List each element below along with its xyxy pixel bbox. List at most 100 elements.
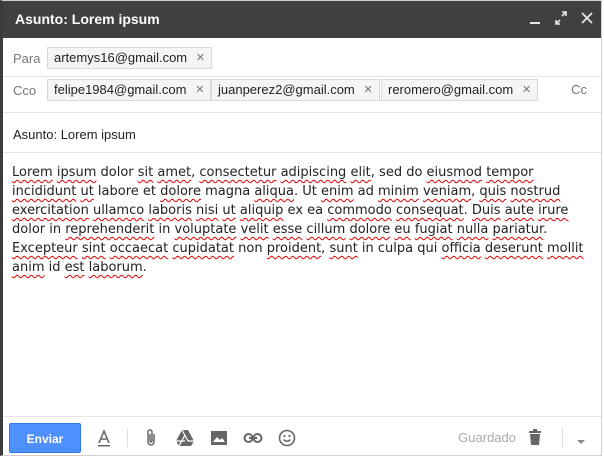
drive-icon[interactable] <box>174 428 196 448</box>
subject-row[interactable]: Asunto: Lorem ipsum <box>3 112 601 153</box>
emoji-icon[interactable] <box>276 428 298 448</box>
recipient-chip[interactable]: artemys16@gmail.com ✕ <box>47 47 213 69</box>
misspelled-word: laboris <box>148 203 192 218</box>
recipient-chip[interactable]: reromero@gmail.com ✕ <box>381 79 539 101</box>
body-text: ex ea <box>283 203 328 218</box>
misspelled-word: Excepteur <box>12 241 78 256</box>
misspelled-word: proident <box>266 241 322 256</box>
misspelled-word: sint <box>81 241 106 256</box>
bcc-label: Cco <box>13 83 37 98</box>
misspelled-word: velit <box>240 222 269 237</box>
body-text: magna <box>200 184 255 199</box>
compose-title: Asunto: Lorem ipsum <box>15 11 160 27</box>
misspelled-word: tempor <box>486 165 534 180</box>
misspelled-word: occaecat <box>109 241 169 256</box>
cc-toggle[interactable]: Cc <box>571 82 587 97</box>
link-icon[interactable] <box>242 428 264 448</box>
misspelled-word: nulla <box>456 222 489 237</box>
misspelled-word: exercitation <box>12 203 89 218</box>
body-text: in <box>154 222 175 237</box>
misspelled-word: commodo <box>327 203 392 218</box>
bcc-row[interactable]: Cco felipe1984@gmail.com ✕ juanperez2@gm… <box>3 76 601 113</box>
message-body[interactable]: Lorem ipsum dolor sit amet, consectetur … <box>12 163 590 277</box>
body-text: dolor in <box>12 222 66 237</box>
text-format-icon[interactable] <box>93 428 115 448</box>
misspelled-word: cillum <box>306 222 346 237</box>
body-text: id <box>44 260 65 275</box>
body-text: in culpa qui <box>357 241 442 256</box>
misspelled-word: elit <box>350 165 371 180</box>
misspelled-word: sit <box>137 165 154 180</box>
recipient-email: artemys16@gmail.com <box>54 50 188 65</box>
misspelled-word: est <box>64 260 85 275</box>
trash-icon[interactable] <box>527 428 543 446</box>
misspelled-word: cupidatat <box>172 241 234 256</box>
misspelled-word: Duis <box>471 203 501 218</box>
misspelled-word: ut <box>222 203 236 218</box>
to-label: Para <box>13 51 41 66</box>
remove-recipient-icon[interactable]: ✕ <box>195 80 204 100</box>
misspelled-word: irure <box>538 203 569 218</box>
misspelled-word: ipsum <box>56 165 97 180</box>
remove-recipient-icon[interactable]: ✕ <box>196 48 205 68</box>
body-text: . <box>142 260 147 275</box>
misspelled-word: aliqua <box>254 184 294 199</box>
misspelled-word: dolore <box>349 222 391 237</box>
misspelled-word: Lorem <box>12 165 53 180</box>
body-text: dolor <box>96 165 138 180</box>
photo-icon[interactable] <box>208 428 230 448</box>
body-text: , sed do <box>370 165 427 180</box>
compose-titlebar[interactable]: Asunto: Lorem ipsum <box>3 1 601 38</box>
misspelled-word: enim <box>321 184 354 199</box>
toolbar-divider <box>562 429 563 447</box>
misspelled-word: laborum <box>88 260 143 275</box>
recipient-email: reromero@gmail.com <box>388 82 514 97</box>
misspelled-word: voluptate <box>174 222 237 237</box>
expand-icon[interactable] <box>555 11 567 25</box>
misspelled-word: aliquip <box>239 203 284 218</box>
to-row[interactable]: Para artemys16@gmail.com ✕ <box>3 38 601 77</box>
recipient-email: felipe1984@gmail.com <box>54 82 187 97</box>
misspelled-word: consectetur <box>199 165 277 180</box>
misspelled-word: consequat <box>395 203 464 218</box>
minimize-icon[interactable] <box>529 11 541 25</box>
remove-recipient-icon[interactable]: ✕ <box>522 80 531 100</box>
misspelled-word: pariatur <box>492 222 544 237</box>
misspelled-word: dolore <box>160 184 201 199</box>
misspelled-word: mollit <box>546 241 584 256</box>
recipient-chip[interactable]: juanperez2@gmail.com ✕ <box>211 79 380 101</box>
misspelled-word: amet <box>157 165 192 180</box>
misspelled-word: esse <box>272 222 303 237</box>
compose-window: Asunto: Lorem ipsum Para artemys16@gmail… <box>0 0 602 456</box>
body-text: . <box>463 203 472 218</box>
more-options-icon[interactable] <box>575 432 587 444</box>
subject-field[interactable]: Asunto: Lorem ipsum <box>13 127 136 142</box>
remove-recipient-icon[interactable]: ✕ <box>364 80 373 100</box>
misspelled-word: nostrud <box>510 184 561 199</box>
recipient-chip[interactable]: felipe1984@gmail.com ✕ <box>47 79 212 101</box>
attach-icon[interactable] <box>140 428 162 448</box>
misspelled-word: nisi <box>196 203 219 218</box>
misspelled-word: incididunt <box>12 184 77 199</box>
body-text: . <box>543 222 548 237</box>
close-icon[interactable] <box>581 11 593 25</box>
toolbar-divider <box>127 429 128 447</box>
misspelled-word: reprehenderit <box>65 222 155 237</box>
misspelled-word: deserunt <box>484 241 543 256</box>
body-text: ad <box>353 184 378 199</box>
compose-footer: Enviar Guardado <box>3 416 601 457</box>
misspelled-word: anim <box>12 260 45 275</box>
misspelled-word: officia <box>441 241 481 256</box>
misspelled-word: ullamco <box>93 203 145 218</box>
misspelled-word: fugiat <box>414 222 453 237</box>
misspelled-word: aute <box>504 203 535 218</box>
body-text: labore et <box>93 184 161 199</box>
misspelled-word: ut <box>80 184 94 199</box>
misspelled-word: eiusmod <box>426 165 483 180</box>
misspelled-word: veniam <box>422 184 472 199</box>
save-status: Guardado <box>458 430 516 445</box>
misspelled-word: eu <box>394 222 411 237</box>
misspelled-word: sunt <box>329 241 358 256</box>
body-text: non <box>234 241 267 256</box>
send-button[interactable]: Enviar <box>9 423 81 453</box>
